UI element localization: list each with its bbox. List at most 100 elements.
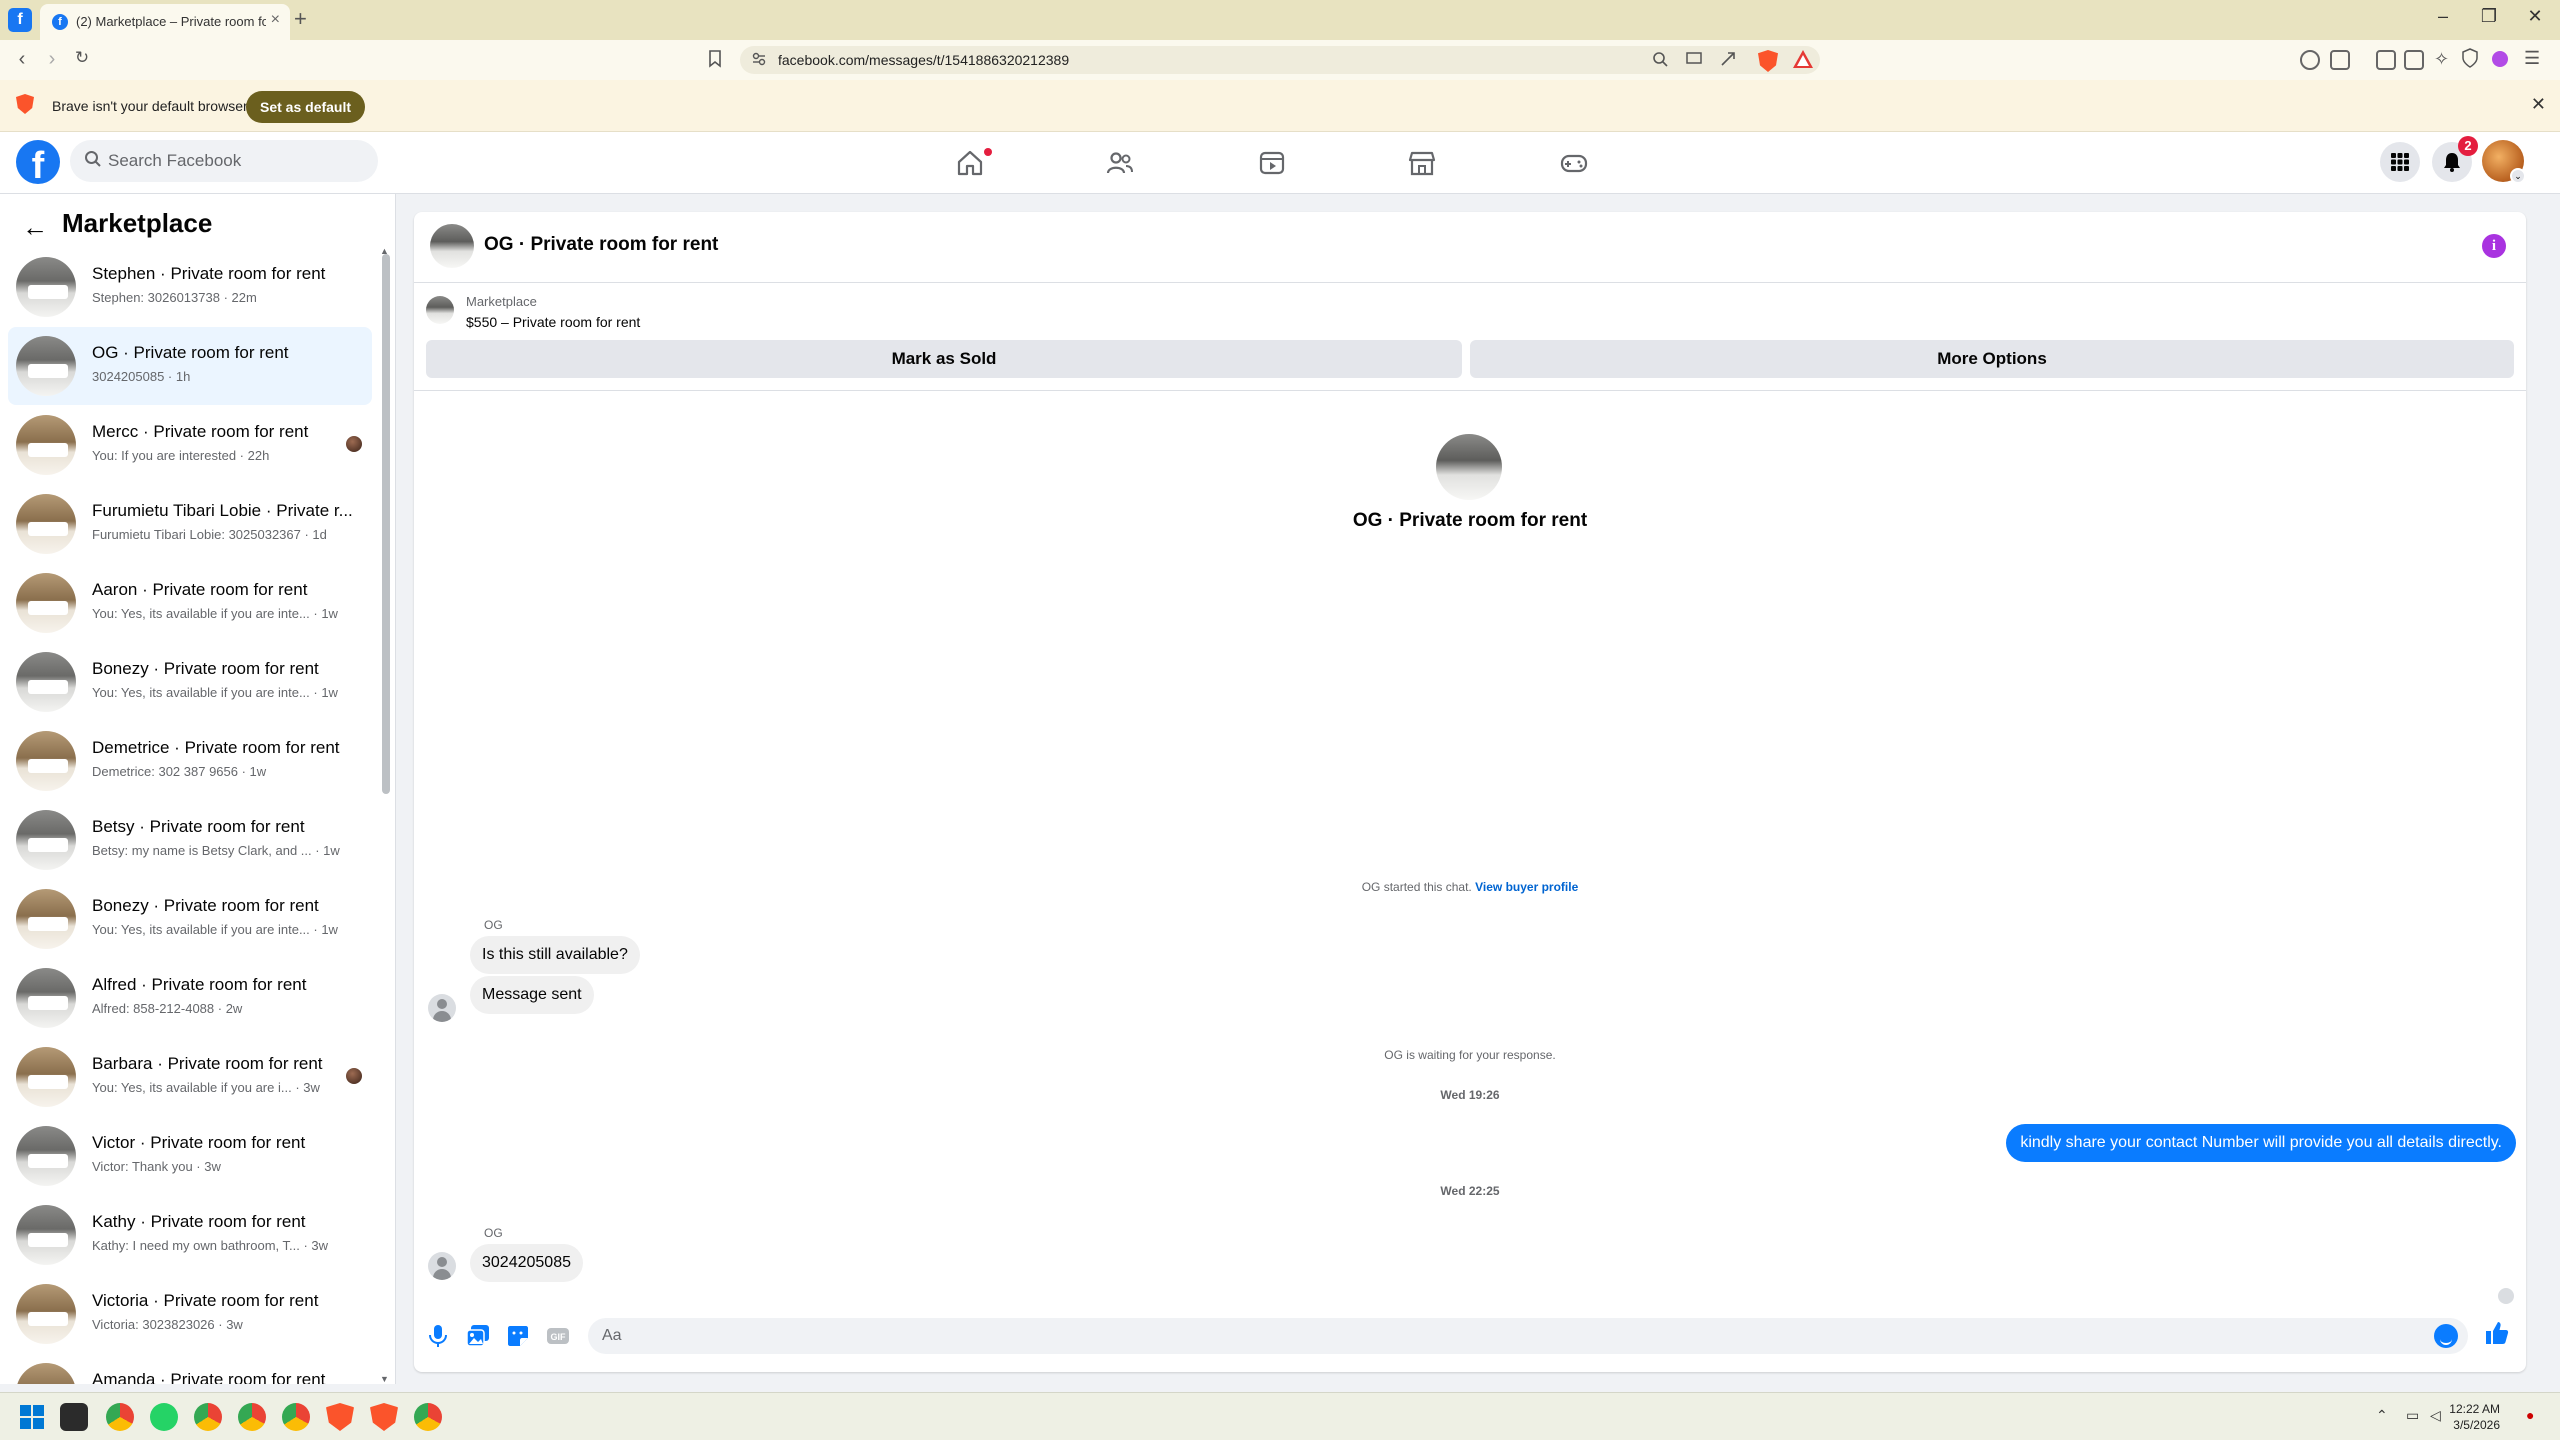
restore-icon[interactable]: ❐ bbox=[2466, 6, 2512, 27]
conversation-item[interactable]: Aaron · Private room for rent You: Yes, … bbox=[8, 564, 372, 642]
outgoing-message[interactable]: kindly share your contact Number will pr… bbox=[2006, 1124, 2516, 1162]
task-view-icon[interactable] bbox=[60, 1403, 88, 1431]
vpn-icon[interactable] bbox=[2462, 48, 2478, 72]
conversation-item[interactable]: Demetrice · Private room for rent Demetr… bbox=[8, 722, 372, 800]
conversation-item-active[interactable]: OG · Private room for rent 3024205085 · … bbox=[8, 327, 372, 405]
nav-tab-video[interactable] bbox=[1212, 136, 1332, 188]
conversation-item[interactable]: Barbara · Private room for rent You: Yes… bbox=[8, 1038, 372, 1116]
bookmark-icon[interactable] bbox=[708, 50, 722, 72]
network-icon[interactable]: ▭ bbox=[2406, 1407, 2419, 1424]
sidebar-icon[interactable] bbox=[2376, 50, 2396, 70]
brave-shields-icon[interactable] bbox=[1758, 50, 1778, 72]
chrome-profile-icon[interactable] bbox=[414, 1403, 442, 1431]
conversation-title: OG · Private room for rent bbox=[1352, 510, 1588, 531]
conversation-item[interactable]: Betsy · Private room for rent Betsy: my … bbox=[8, 801, 372, 879]
conversation-name: Betsy · Private room for rent bbox=[92, 817, 305, 836]
message-input[interactable] bbox=[588, 1318, 2468, 1354]
conversation-info-icon[interactable]: i bbox=[2482, 234, 2506, 258]
extension-icon[interactable] bbox=[2300, 50, 2320, 70]
nav-tab-friends[interactable] bbox=[1060, 136, 1180, 188]
account-chevron-down-icon[interactable]: ⌄ bbox=[2510, 168, 2526, 184]
header-divider bbox=[414, 282, 2526, 283]
whatsapp-icon[interactable] bbox=[150, 1403, 178, 1431]
search-input[interactable] bbox=[108, 140, 368, 182]
facebook-tab-icon[interactable]: f bbox=[8, 8, 32, 32]
chrome-profile-icon[interactable] bbox=[282, 1403, 310, 1431]
sender-avatar[interactable] bbox=[428, 994, 456, 1022]
back-arrow-icon[interactable]: ← bbox=[22, 212, 48, 243]
more-options-button[interactable]: More Options bbox=[1470, 340, 2514, 378]
listing-thumbnail[interactable] bbox=[426, 296, 454, 324]
notifications-button[interactable]: 2 bbox=[2432, 136, 2478, 182]
brave-active-icon[interactable] bbox=[370, 1403, 398, 1431]
tab-close-icon[interactable]: × bbox=[271, 11, 280, 29]
share-icon[interactable] bbox=[1720, 51, 1736, 71]
conversation-item[interactable]: Bonezy · Private room for rent You: Yes,… bbox=[8, 643, 372, 721]
inbox-scrollbar[interactable] bbox=[382, 254, 390, 794]
brave-icon[interactable] bbox=[326, 1403, 354, 1431]
leo-ai-icon[interactable]: ✧ bbox=[2434, 49, 2449, 70]
emoji-icon[interactable] bbox=[2434, 1324, 2458, 1348]
menu-button[interactable] bbox=[2380, 142, 2420, 182]
photo-icon[interactable] bbox=[466, 1324, 490, 1353]
site-settings-icon[interactable] bbox=[752, 52, 766, 70]
zoom-icon[interactable] bbox=[1652, 51, 1668, 71]
thumbs-up-icon[interactable] bbox=[2484, 1320, 2510, 1351]
conversation-snippet: 3024205085 · 1h bbox=[92, 369, 191, 384]
volume-icon[interactable]: ◁ bbox=[2430, 1407, 2441, 1424]
infobar-close-icon[interactable]: ✕ bbox=[2531, 94, 2546, 115]
conversation-item[interactable]: Stephen · Private room for rent Stephen:… bbox=[8, 248, 372, 326]
wallet-icon[interactable] bbox=[2404, 50, 2424, 70]
conversation-item[interactable]: Alfred · Private room for rent Alfred: 8… bbox=[8, 959, 372, 1037]
conversation-item[interactable]: Bonezy · Private room for rent You: Yes,… bbox=[8, 880, 372, 958]
sticker-icon[interactable] bbox=[506, 1324, 530, 1353]
incoming-message[interactable]: Is this still available? bbox=[470, 936, 640, 974]
conversation-item[interactable]: Victor · Private room for rent Victor: T… bbox=[8, 1117, 372, 1195]
scroll-down-icon[interactable]: ▼ bbox=[380, 1374, 389, 1384]
incoming-message[interactable]: 3024205085 bbox=[470, 1244, 583, 1282]
forward-icon[interactable]: › bbox=[38, 48, 66, 71]
chrome-profile-icon[interactable] bbox=[238, 1403, 266, 1431]
cast-icon[interactable] bbox=[1686, 52, 1702, 70]
chat-title[interactable]: OG · Private room for rent bbox=[484, 234, 718, 256]
timestamp: Wed 22:25 bbox=[1440, 1184, 1500, 1198]
conversation-item[interactable]: Mercc · Private room for rent You: If yo… bbox=[8, 406, 372, 484]
tab-search-icon[interactable] bbox=[2330, 50, 2350, 70]
conversation-name: Bonezy · Private room for rent bbox=[92, 659, 319, 678]
chat-header-avatar[interactable] bbox=[430, 224, 474, 268]
minimize-icon[interactable]: – bbox=[2420, 6, 2466, 27]
nav-tab-home[interactable] bbox=[910, 136, 1030, 188]
view-buyer-profile-link[interactable]: View buyer profile bbox=[1475, 880, 1578, 894]
mark-as-sold-button[interactable]: Mark as Sold bbox=[426, 340, 1462, 378]
back-icon[interactable]: ‹ bbox=[8, 48, 36, 71]
browser-tab[interactable]: f (2) Marketplace – Private room for re … bbox=[40, 4, 290, 40]
browser-menu-icon[interactable]: ☰ bbox=[2524, 48, 2540, 69]
nav-tab-marketplace[interactable] bbox=[1362, 136, 1482, 188]
chrome-profile-icon[interactable] bbox=[194, 1403, 222, 1431]
facebook-search[interactable] bbox=[70, 140, 378, 182]
conversation-item[interactable]: Victoria · Private room for rent Victori… bbox=[8, 1275, 372, 1353]
listing-price[interactable]: $550 – Private room for rent bbox=[466, 314, 640, 330]
notification-bell-icon[interactable]: ● bbox=[2526, 1407, 2534, 1423]
gif-icon[interactable]: GIF bbox=[546, 1324, 570, 1353]
microphone-icon[interactable] bbox=[428, 1324, 448, 1353]
new-tab-icon[interactable]: + bbox=[294, 6, 307, 32]
conversation-item[interactable]: Furumietu Tibari Lobie · Private r... Fu… bbox=[8, 485, 372, 563]
incoming-message[interactable]: Message sent bbox=[470, 976, 594, 1014]
system-clock[interactable]: 12:22 AM 3/5/2026 bbox=[2449, 1401, 2500, 1433]
sender-avatar[interactable] bbox=[428, 1252, 456, 1280]
profile-menu-icon[interactable] bbox=[2490, 49, 2510, 73]
chrome-icon[interactable] bbox=[106, 1403, 134, 1431]
conversation-item[interactable]: Amanda · Private room for rent bbox=[8, 1354, 372, 1384]
window-close-icon[interactable]: ✕ bbox=[2512, 6, 2558, 27]
facebook-logo[interactable]: f bbox=[16, 140, 60, 184]
nav-tab-gaming[interactable] bbox=[1514, 136, 1634, 188]
set-default-button[interactable]: Set as default bbox=[246, 91, 366, 123]
brave-rewards-icon[interactable] bbox=[1792, 49, 1814, 73]
conversation-item[interactable]: Kathy · Private room for rent Kathy: I n… bbox=[8, 1196, 372, 1274]
windows-start-icon[interactable] bbox=[18, 1403, 46, 1431]
reload-icon[interactable]: ↻ bbox=[68, 48, 96, 68]
address-bar[interactable]: facebook.com/messages/t/1541886320212389 bbox=[740, 46, 1820, 74]
tray-overflow-icon[interactable]: ⌃ bbox=[2376, 1407, 2388, 1424]
conversation-name: OG · Private room for rent bbox=[92, 343, 289, 362]
